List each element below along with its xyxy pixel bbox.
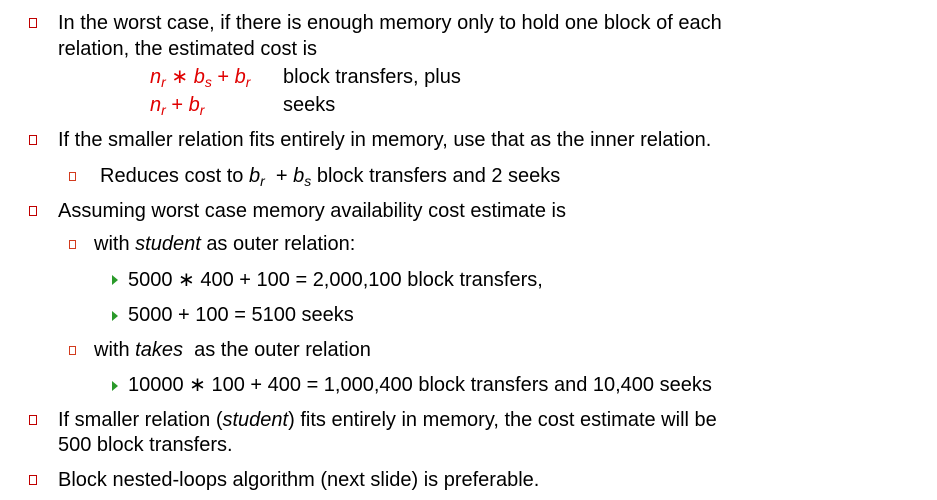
takes-outer-line: with takes as the outer relation	[94, 338, 371, 362]
cost-formula-transfers: nr ∗ bs + br	[150, 65, 250, 89]
var-b: b	[188, 94, 200, 116]
var-b: b	[193, 66, 205, 88]
sub-bullet-square-icon	[69, 172, 76, 181]
smaller-student-line-1: If smaller relation (student) fits entir…	[58, 408, 717, 432]
bullet-square-icon	[29, 206, 37, 216]
takes-outer-pre: with	[94, 339, 130, 361]
relation-student: student	[135, 233, 201, 255]
takes-cost-line: 10000 ∗ 100 + 400 = 1,000,400 block tran…	[128, 374, 712, 396]
formula-seeks-desc: seeks	[283, 94, 336, 116]
relation-takes: takes	[135, 339, 183, 361]
sub-r: r	[161, 74, 166, 90]
var-b: b	[248, 165, 261, 187]
reduces-cost-line: Reduces cost to br + bs block transfers …	[100, 164, 560, 188]
bullet-square-icon	[29, 135, 37, 145]
op-multiply: ∗	[171, 66, 189, 88]
student-outer-post: as outer relation:	[206, 233, 356, 255]
cost-formula-seeks: nr + br	[150, 93, 204, 117]
sub-r: r	[161, 102, 166, 118]
reduces-pre: Reduces cost to	[100, 165, 244, 187]
op-plus: +	[171, 94, 184, 116]
relation-student: student	[222, 409, 289, 431]
sub-bullet-square-icon	[69, 240, 76, 249]
arrow-bullet-icon	[112, 311, 118, 321]
sub-s: s	[204, 74, 212, 90]
sub-s: s	[304, 173, 312, 189]
worst-case-line-1: In the worst case, if there is enough me…	[58, 12, 722, 34]
sub-bullet-square-icon	[69, 346, 76, 355]
bullet-square-icon	[29, 415, 37, 425]
var-b: b	[293, 165, 305, 187]
sub-r: r	[245, 74, 251, 90]
var-n: n	[150, 66, 162, 88]
smaller-student-pre: If smaller relation (	[58, 409, 223, 431]
takes-outer-post: as the outer relation	[194, 339, 371, 361]
student-outer-line: with student as outer relation:	[94, 232, 355, 256]
formula-transfers-desc: block transfers, plus	[283, 66, 461, 88]
worst-case-line-2: relation, the estimated cost is	[58, 38, 318, 60]
student-transfers-line: 5000 ∗ 400 + 100 = 2,000,100 block trans…	[128, 269, 543, 291]
var-n: n	[150, 94, 162, 116]
block-nested-line: Block nested-loops algorithm (next slide…	[58, 469, 540, 491]
student-outer-pre: with	[94, 233, 130, 255]
smaller-student-post: ) fits entirely in memory, the cost esti…	[288, 409, 717, 431]
smaller-fits-line: If the smaller relation fits entirely in…	[58, 129, 712, 151]
op-plus: +	[275, 165, 288, 187]
assuming-line: Assuming worst case memory availability …	[58, 200, 566, 222]
arrow-bullet-icon	[112, 381, 118, 391]
bullet-square-icon	[29, 18, 37, 28]
reduces-post: block transfers and 2 seeks	[316, 165, 561, 187]
bullet-square-icon	[29, 475, 37, 485]
sub-r: r	[199, 102, 205, 118]
smaller-student-line-2: 500 block transfers.	[58, 434, 233, 456]
student-seeks-line: 5000 + 100 = 5100 seeks	[128, 304, 354, 326]
var-b: b	[234, 66, 246, 88]
sub-r: r	[260, 173, 265, 189]
arrow-bullet-icon	[112, 275, 118, 285]
op-plus: +	[217, 66, 230, 88]
